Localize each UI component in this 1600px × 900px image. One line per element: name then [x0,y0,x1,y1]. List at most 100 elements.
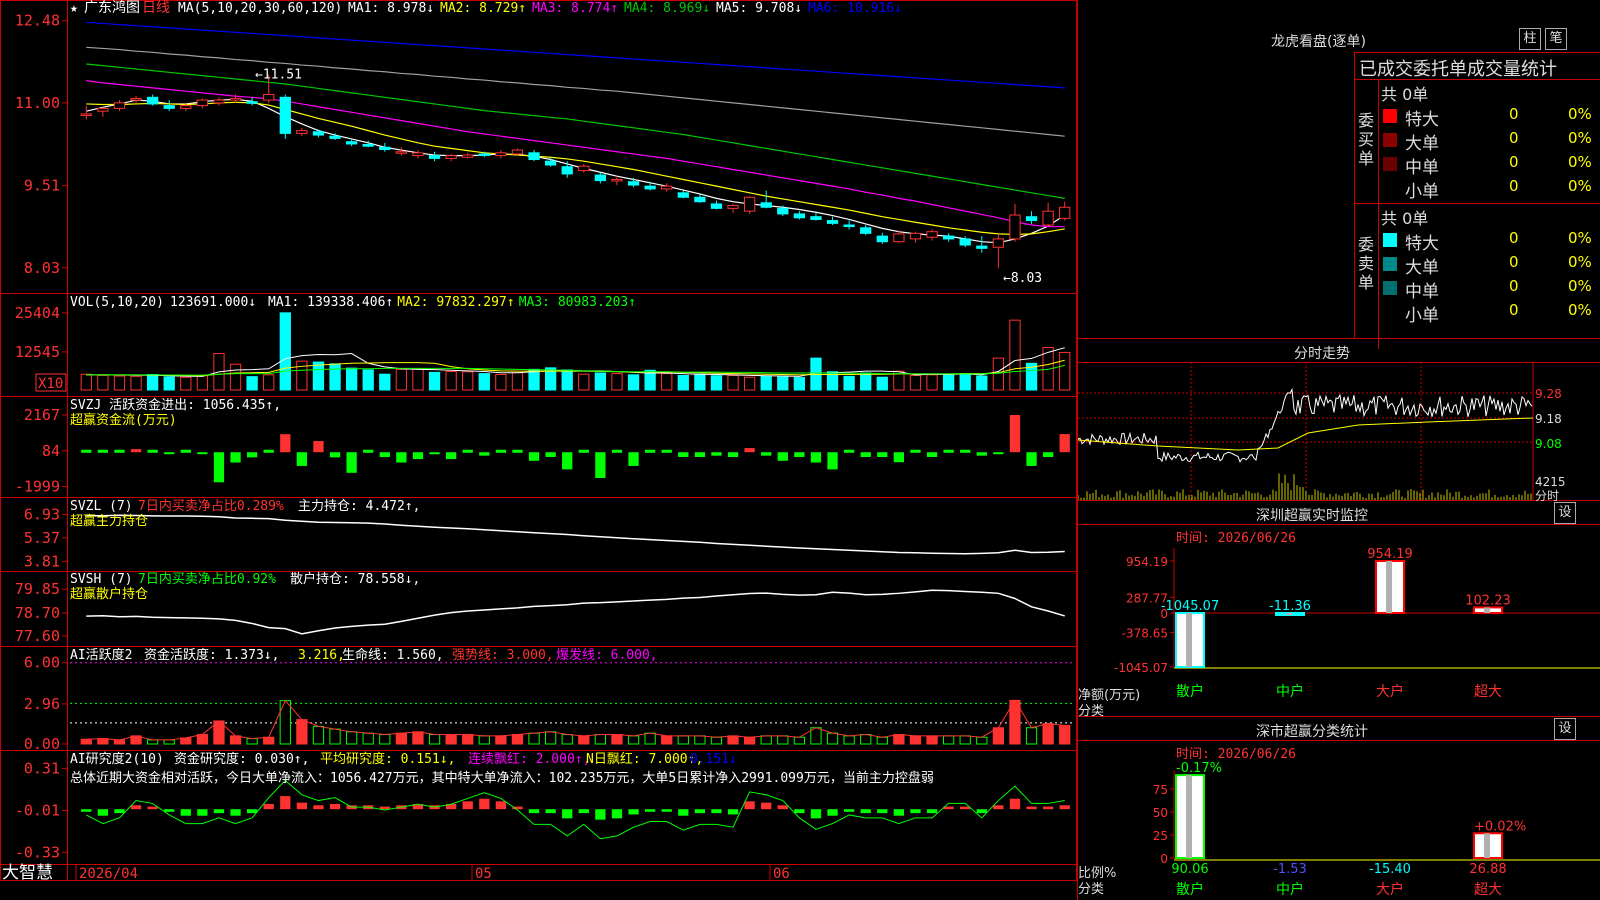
research-bar [860,809,871,814]
divider [1078,524,1600,525]
research-bar [910,809,921,814]
order-stats-header: 已成交委托单成交量统计 [1359,59,1557,80]
order-size-count: 0 [1509,301,1519,319]
ma-line-2 [86,101,1065,236]
research-bar [114,809,125,814]
fund-flow-bar [280,434,291,453]
research-bar [611,809,623,819]
fund-flow-bar [230,452,241,463]
candle [312,131,325,136]
research-bar [97,809,109,816]
divider [1078,338,1600,339]
volume-bar [379,373,391,391]
volume-bar [495,374,507,391]
activity-bar [395,732,408,745]
ma-value-2: MA2: 8.729↑ [440,1,526,16]
candle [760,202,772,208]
fund-flow-bar [910,449,921,453]
monitor-settings-button[interactable]: 设 [1554,502,1576,524]
date-label: 05 [475,866,492,882]
research-bar [1042,806,1054,810]
volume-bar [146,374,159,391]
volume-bar [395,368,408,391]
research-bar [545,809,556,814]
activity-bar [113,739,126,745]
ai1-label: AI活跃度2 [70,647,132,663]
order-size-percent: 0% [1568,301,1592,319]
stats-bar [1175,774,1205,859]
candle [843,224,855,228]
svsh-holding: 散户持仓: 78.558↓, [290,571,420,587]
volume-bar [909,374,922,391]
monitor-bar [1275,612,1305,616]
volume-bar [345,367,358,391]
research-bar [661,809,672,812]
activity-bar [661,735,673,745]
monitor-y-tick-label: 287.77 [1126,591,1168,605]
research-bar [777,805,788,810]
y-tick-label: 78.70 [15,604,60,622]
stats-settings-button[interactable]: 设 [1554,718,1576,740]
fund-flow-bar [678,452,689,458]
volume-bar [976,375,988,391]
candle [777,207,789,215]
fund-flow-bar [164,452,175,455]
stats-category-label: 中户 [1276,881,1304,898]
stats-value-label: 26.88 [1469,862,1506,877]
candle [826,220,839,224]
tick-mode-button[interactable]: 笔 [1545,28,1567,50]
candle [611,178,623,182]
fund-flow-bar [1026,452,1037,466]
volume-bar [777,375,789,391]
activity-bar [727,735,739,745]
activity-bar [196,734,209,745]
fund-flow-bar [396,452,407,463]
volume-bar [279,312,291,391]
candle [926,231,938,238]
main-chart-canvas[interactable]: 12.48 11.00 9.51 8.03 ←11.51 ←8.03 ★ 广东鸿图 日线 MA(5… [0,0,1077,900]
activity-bar [263,736,275,745]
fund-flow-bar [595,452,606,478]
activity-bar [710,736,723,745]
monitor-bar-shade [1386,561,1392,613]
intraday-price-line [1078,387,1533,463]
fund-flow-bar [694,452,706,458]
y-tick-label: -1999 [15,478,60,496]
stats-time: 时间: 2026/06/26 [1176,747,1296,762]
y-tick-label: 84 [42,442,60,460]
candle [661,185,673,190]
stats-y-tick-label: 0 [1160,852,1168,866]
bar-mode-button[interactable]: 柱 [1519,28,1541,50]
candle [428,155,441,159]
candle [942,235,955,240]
svzl-net-ratio: 7日内买卖净占比0.289% [138,498,284,514]
intraday-y-label: 9.18 [1535,412,1562,426]
monitor-bar-shade [1286,613,1292,615]
research-bar [147,806,158,810]
candle [860,227,872,234]
volume-bar [97,374,109,391]
fund-flow-bar [246,452,258,458]
ma-value-5: MA5: 9.708↓ [716,1,802,16]
fund-flow-bar [562,452,573,470]
fund-flow-bar [843,449,855,453]
research-bar [893,809,905,816]
order-size-percent: 0% [1568,153,1592,171]
candle [893,233,905,243]
activity-bar [511,734,524,745]
y-tick-label: 79.85 [15,580,60,598]
volume-bar [130,375,142,391]
candle [130,97,142,101]
stats-bar-shade [1484,833,1490,858]
order-size-name: 中单 [1405,158,1439,178]
stats-category-label: 散户 [1176,881,1204,898]
ai2-n-day-red: N日飘红: 7.000↑, [586,751,703,767]
fund-flow-bar [313,441,324,453]
fund-flow-bar [346,452,357,473]
research-bar [694,809,706,814]
candle [810,216,822,220]
stats-category-label: 大户 [1376,881,1404,898]
fund-flow-bar [1042,452,1054,458]
stats-value-label: -1.53 [1273,862,1307,877]
activity-bar [296,719,308,745]
